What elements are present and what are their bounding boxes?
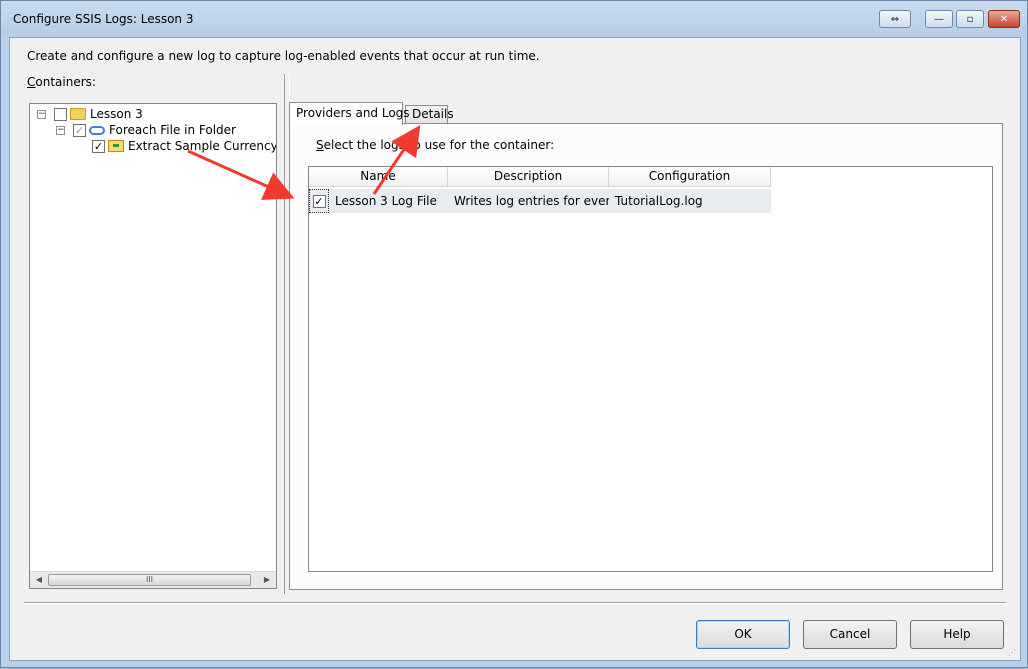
tree-checkbox-foreach[interactable]: ✓ (73, 123, 86, 137)
cell-configuration: TutorialLog.log (615, 194, 703, 208)
column-header-description[interactable]: Description (448, 167, 609, 187)
containers-label: Containers: (27, 75, 96, 89)
tree-horizontal-scrollbar[interactable]: ◀ III ▶ (30, 571, 276, 588)
cancel-button[interactable]: Cancel (803, 620, 897, 649)
tab-providers-and-logs[interactable]: Providers and Logs (289, 102, 410, 125)
scrollbar-thumb[interactable]: III (48, 574, 251, 586)
footer-separator (24, 602, 1006, 604)
minimize-button[interactable]: — (925, 10, 953, 28)
collapse-icon[interactable]: − (56, 125, 65, 135)
scroll-left-icon[interactable]: ◀ (32, 573, 46, 587)
tree-checkbox-extract-sample[interactable]: ✓ (92, 139, 105, 153)
folder-icon (70, 108, 86, 120)
row-checkbox-cell: ✓ (309, 189, 329, 213)
configure-ssis-logs-dialog: Configure SSIS Logs: Lesson 3 ⇔ — ▫ ✕ Cr… (0, 0, 1028, 668)
tree-node-label: Foreach File in Folder (109, 123, 236, 137)
column-header-configuration[interactable]: Configuration (609, 167, 771, 187)
cell-name: Lesson 3 Log File (335, 194, 437, 208)
scroll-right-icon[interactable]: ▶ (260, 573, 274, 587)
table-row[interactable]: ✓ Lesson 3 Log File Writes log entries f… (309, 189, 771, 213)
help-button[interactable]: Help (910, 620, 1004, 649)
data-flow-icon (108, 140, 124, 152)
dialog-description: Create and configure a new log to captur… (27, 49, 540, 63)
maximize-button[interactable]: ▫ (956, 10, 984, 28)
logs-grid[interactable]: Name Description Configuration ✓ Lesson … (308, 166, 993, 572)
tree-checkbox-lesson-3[interactable] (54, 107, 67, 121)
containers-tree[interactable]: − Lesson 3 − ✓ Foreach File in Folder ✓ … (29, 103, 277, 589)
restore-icon[interactable]: ⇔ (879, 10, 911, 28)
cell-description: Writes log entries for even... (454, 194, 609, 208)
select-logs-label: Select the logs to use for the container… (316, 138, 555, 152)
tree-node-label: Lesson 3 (90, 107, 143, 121)
tab-details[interactable]: Details (405, 105, 454, 124)
ok-button[interactable]: OK (696, 620, 790, 649)
collapse-icon[interactable]: − (37, 109, 46, 119)
dialog-client-area: Create and configure a new log to captur… (9, 37, 1021, 661)
row-checkbox[interactable]: ✓ (312, 194, 326, 208)
providers-and-logs-panel: Select the logs to use for the container… (289, 123, 1003, 590)
foreach-loop-icon (89, 125, 105, 135)
resize-grip-icon[interactable]: ⋰ (1008, 648, 1018, 658)
close-button[interactable]: ✕ (988, 10, 1020, 28)
title-bar[interactable]: Configure SSIS Logs: Lesson 3 ⇔ — ▫ ✕ (1, 1, 1027, 37)
tree-node-lesson-3[interactable]: − Lesson 3 (37, 106, 143, 122)
tree-node-label: Extract Sample Currency Data (128, 139, 277, 153)
window-title: Configure SSIS Logs: Lesson 3 (13, 12, 194, 26)
grid-header: Name Description Configuration (309, 167, 771, 187)
column-header-name[interactable]: Name (309, 167, 448, 187)
tree-node-foreach[interactable]: − ✓ Foreach File in Folder (56, 122, 236, 138)
tree-node-extract-sample[interactable]: ✓ Extract Sample Currency Data (92, 138, 277, 154)
